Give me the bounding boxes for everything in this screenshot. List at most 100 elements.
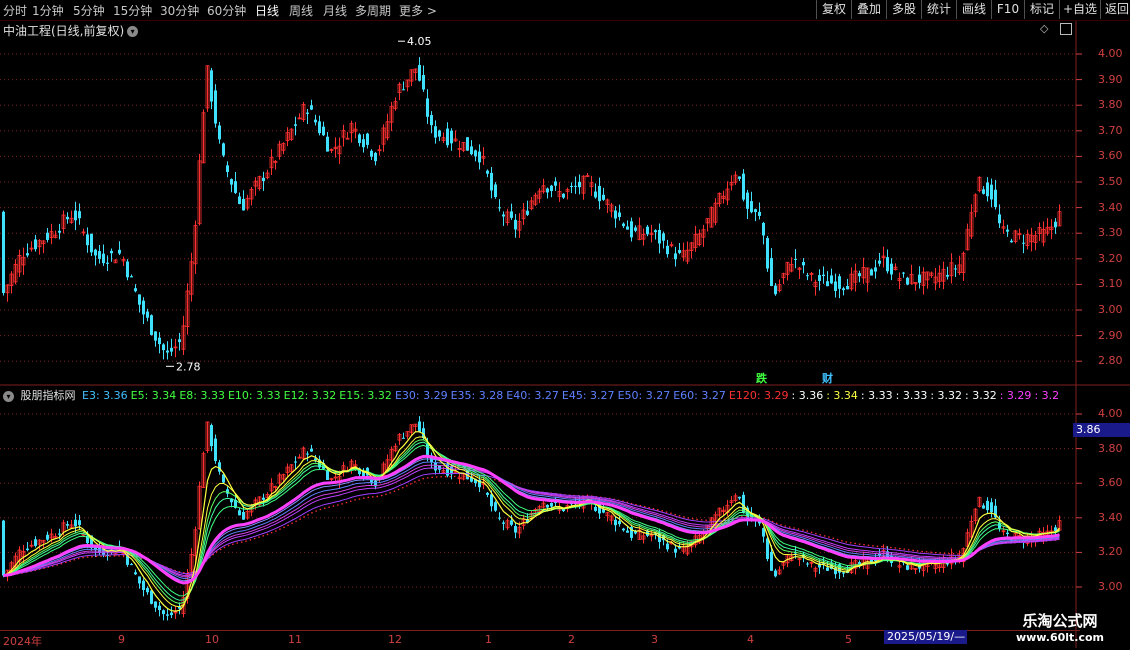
main-candle bbox=[658, 230, 661, 244]
main-candle bbox=[214, 90, 217, 124]
main-candle bbox=[446, 128, 449, 146]
legend-item: E8: 3.33 bbox=[179, 389, 225, 402]
ema-short-line bbox=[3, 436, 1060, 608]
toolbar-button-1[interactable]: 叠加 bbox=[851, 0, 886, 19]
main-candle bbox=[74, 210, 77, 221]
main-candle bbox=[1022, 242, 1025, 244]
sub-candle bbox=[418, 421, 421, 433]
main-candle bbox=[510, 211, 513, 218]
chevron-down-icon[interactable]: ▾ bbox=[3, 390, 14, 402]
toolbar-button-5[interactable]: F10 bbox=[991, 0, 1024, 19]
main-candle bbox=[758, 211, 761, 216]
legend-item: E60: 3.27 bbox=[673, 389, 726, 402]
main-candle bbox=[622, 223, 625, 227]
toolbar-button-4[interactable]: 画线 bbox=[956, 0, 991, 19]
main-candle bbox=[826, 281, 829, 287]
price-tick: 2.90 bbox=[1098, 328, 1123, 342]
main-candle bbox=[326, 136, 329, 152]
sub-candle bbox=[150, 590, 153, 604]
sub-candle bbox=[774, 570, 777, 577]
sub-candle bbox=[858, 562, 861, 565]
timeframe-tab-9[interactable]: 多周期 bbox=[355, 2, 391, 19]
main-candle bbox=[34, 239, 37, 250]
sub-candle bbox=[622, 528, 625, 531]
main-candle bbox=[154, 331, 157, 341]
main-candle bbox=[374, 152, 377, 162]
sub-candle bbox=[546, 504, 549, 508]
date-label: 5 bbox=[845, 633, 852, 646]
main-candle bbox=[98, 251, 101, 259]
main-candle bbox=[998, 214, 1001, 224]
main-candle bbox=[78, 211, 81, 219]
legend-item: E45: 3.27 bbox=[561, 389, 615, 402]
ema-short-line bbox=[3, 441, 1060, 601]
main-candle bbox=[1006, 229, 1009, 232]
timeframe-tab-7[interactable]: 周线 bbox=[289, 2, 313, 19]
sub-candle bbox=[142, 580, 145, 590]
timeframe-tab-6[interactable]: 日线 bbox=[255, 2, 279, 19]
timeframe-tab-2[interactable]: 5分钟 bbox=[73, 2, 105, 19]
sub-candle bbox=[906, 565, 909, 570]
sub-candle bbox=[58, 533, 61, 535]
main-candle bbox=[322, 126, 325, 136]
sub-candle bbox=[666, 543, 669, 550]
main-candle bbox=[2, 211, 5, 293]
main-candle bbox=[990, 184, 993, 200]
main-candle bbox=[230, 179, 233, 185]
toolbar-button-6[interactable]: 标记 bbox=[1024, 0, 1059, 19]
main-candle bbox=[1054, 221, 1057, 228]
legend-item: : 3.33 bbox=[895, 389, 928, 402]
main-candle bbox=[470, 146, 473, 155]
timeframe-tab-3[interactable]: 15分钟 bbox=[113, 2, 152, 19]
sub-candle bbox=[514, 526, 517, 533]
main-candle bbox=[526, 210, 529, 215]
sub-candle bbox=[26, 548, 29, 551]
main-candle bbox=[602, 194, 605, 200]
main-candle bbox=[46, 232, 49, 240]
main-candle bbox=[634, 227, 637, 231]
toolbar-button-2[interactable]: 多股 bbox=[886, 0, 921, 19]
sub-candle bbox=[130, 564, 133, 566]
sub-candle bbox=[310, 448, 313, 452]
window-toggle-icon[interactable] bbox=[1060, 23, 1072, 35]
toolbar-button-0[interactable]: 复权 bbox=[816, 0, 851, 19]
main-candle bbox=[146, 311, 149, 318]
main-candle bbox=[902, 272, 905, 274]
sub-candle bbox=[34, 539, 37, 546]
date-label: 2 bbox=[568, 633, 575, 646]
price-axis: 4.00 3.90 3.80 3.70 3.60 3.50 3.40 3.30 3.20 3.10… bbox=[1078, 0, 1130, 385]
sub-candle bbox=[986, 500, 989, 511]
timeframe-tab-1[interactable]: 1分钟 bbox=[32, 2, 64, 19]
timeframe-tab-4[interactable]: 30分钟 bbox=[160, 2, 199, 19]
chevron-down-icon[interactable]: ▾ bbox=[127, 26, 139, 37]
sub-candle bbox=[74, 519, 77, 527]
diamond-icon[interactable]: ◇ bbox=[1040, 22, 1048, 35]
main-candle bbox=[474, 150, 477, 157]
sub-candle bbox=[2, 520, 5, 576]
sub-candle bbox=[510, 520, 513, 525]
timeframe-tab-0[interactable]: 分时 bbox=[3, 2, 27, 19]
sub-candle bbox=[146, 588, 149, 593]
main-candle bbox=[994, 189, 997, 208]
sub-candle bbox=[982, 505, 985, 509]
main-candle bbox=[162, 344, 165, 351]
main-candle bbox=[450, 130, 453, 144]
main-candle bbox=[118, 249, 121, 254]
date-label: 1 bbox=[485, 633, 492, 646]
sub-candle bbox=[594, 506, 597, 511]
main-candle bbox=[678, 250, 681, 253]
timeframe-tab-10[interactable]: 更多 > bbox=[399, 2, 437, 19]
main-candle bbox=[158, 337, 161, 345]
toolbar-button-3[interactable]: 统计 bbox=[921, 0, 956, 19]
main-candle bbox=[170, 347, 173, 352]
timeframe-tab-5[interactable]: 60分钟 bbox=[207, 2, 246, 19]
legend-item: E40: 3.27 bbox=[506, 389, 559, 402]
timeframe-tab-8[interactable]: 月线 bbox=[323, 2, 347, 19]
main-candle bbox=[478, 151, 481, 163]
main-candle bbox=[438, 130, 441, 137]
main-candle bbox=[106, 262, 109, 264]
main-candle bbox=[422, 75, 425, 90]
ema-short-line bbox=[3, 439, 1060, 605]
main-candle bbox=[150, 315, 153, 335]
main-candle bbox=[178, 339, 181, 343]
